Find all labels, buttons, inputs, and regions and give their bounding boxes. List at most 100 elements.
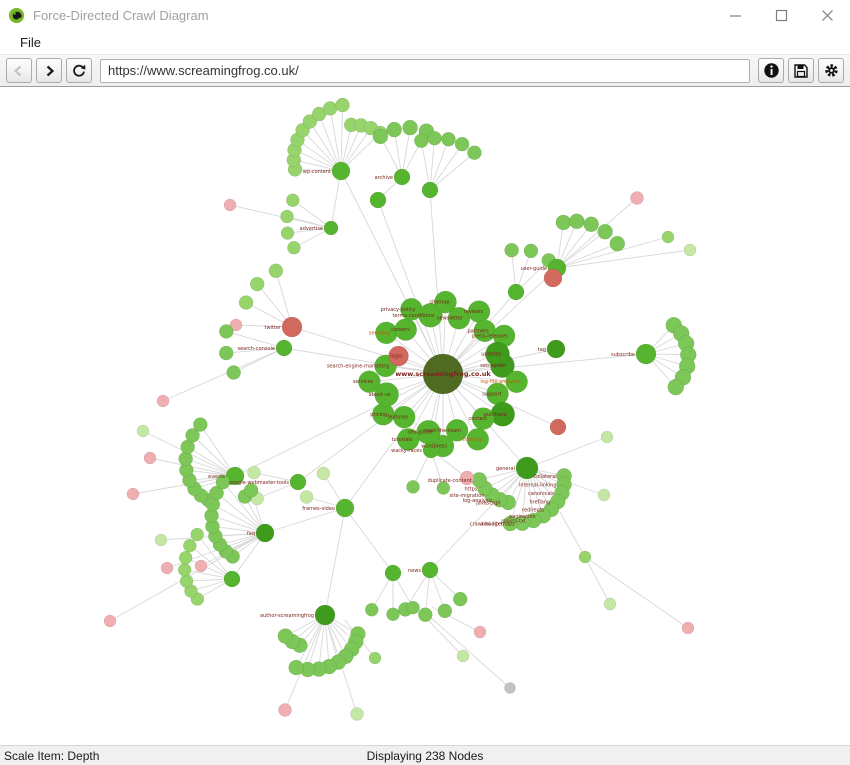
maximize-button[interactable]	[758, 0, 804, 30]
graph-node[interactable]	[180, 575, 193, 588]
graph-node[interactable]	[336, 98, 350, 112]
graph-node[interactable]	[178, 563, 191, 576]
graph-node[interactable]	[370, 192, 386, 208]
graph-node[interactable]	[474, 626, 486, 638]
graph-node[interactable]	[276, 340, 292, 356]
graph-node[interactable]	[441, 132, 455, 146]
graph-node[interactable]	[287, 241, 300, 254]
graph-node[interactable]	[403, 120, 418, 135]
settings-button[interactable]	[818, 58, 844, 83]
graph-node[interactable]	[407, 601, 420, 614]
graph-node[interactable]	[281, 227, 294, 240]
refresh-button[interactable]	[66, 58, 92, 83]
graph-node[interactable]	[407, 480, 420, 493]
graph-node[interactable]	[394, 169, 410, 185]
graph-node[interactable]	[191, 528, 204, 541]
graph-node[interactable]	[524, 244, 538, 258]
info-button[interactable]	[758, 58, 784, 83]
graph-node[interactable]	[601, 431, 613, 443]
graph-node[interactable]	[556, 215, 571, 230]
graph-node[interactable]	[369, 652, 381, 664]
graph-node[interactable]	[289, 660, 304, 675]
graph-node[interactable]	[286, 194, 299, 207]
graph-node[interactable]	[195, 560, 207, 572]
graph-node[interactable]	[414, 134, 428, 148]
graph-node[interactable]	[387, 608, 400, 621]
graph-node[interactable]	[428, 131, 442, 145]
graph-node[interactable]	[422, 182, 438, 198]
graph-node[interactable]	[315, 605, 335, 625]
graph-node[interactable]	[387, 122, 402, 137]
graph-node[interactable]	[183, 539, 196, 552]
forward-button[interactable]	[36, 58, 62, 83]
graph-node[interactable]	[598, 224, 613, 239]
minimize-button[interactable]	[712, 0, 758, 30]
graph-node[interactable]	[332, 162, 350, 180]
graph-node[interactable]	[422, 562, 438, 578]
menu-file[interactable]: File	[14, 33, 47, 52]
close-button[interactable]	[804, 0, 850, 30]
graph-node[interactable]	[104, 615, 116, 627]
graph-node[interactable]	[157, 395, 169, 407]
graph-node[interactable]	[508, 284, 524, 300]
graph-node[interactable]	[455, 137, 469, 151]
graph-node[interactable]	[278, 629, 293, 644]
graph-node[interactable]	[682, 622, 694, 634]
graph-node[interactable]	[227, 366, 241, 380]
graph-node[interactable]	[467, 146, 481, 160]
graph-node[interactable]	[668, 379, 684, 395]
save-button[interactable]	[788, 58, 814, 83]
graph-node[interactable]	[505, 243, 519, 257]
graph-node[interactable]	[161, 562, 173, 574]
graph-node[interactable]	[290, 474, 306, 490]
crawl-diagram-canvas[interactable]: seo-spiderlog-file-analysersupportpurcha…	[0, 87, 850, 745]
graph-node[interactable]	[662, 231, 674, 243]
graph-node[interactable]	[418, 608, 432, 622]
graph-node[interactable]	[584, 217, 599, 232]
graph-node[interactable]	[282, 317, 302, 337]
graph-node[interactable]	[579, 551, 591, 563]
graph-node[interactable]	[323, 101, 337, 115]
graph-node[interactable]	[179, 551, 192, 564]
graph-node[interactable]	[569, 214, 584, 229]
back-button[interactable]	[6, 58, 32, 83]
graph-node[interactable]	[636, 344, 656, 364]
graph-node[interactable]	[256, 524, 274, 542]
graph-node[interactable]	[250, 277, 264, 291]
graph-node[interactable]	[144, 452, 156, 464]
graph-node[interactable]	[269, 264, 283, 278]
graph-node[interactable]	[598, 489, 610, 501]
graph-node[interactable]	[224, 199, 236, 211]
crawl-diagram-svg[interactable]: seo-spiderlog-file-analysersupportpurcha…	[0, 87, 850, 745]
graph-node[interactable]	[224, 571, 240, 587]
graph-node[interactable]	[457, 650, 469, 662]
graph-node[interactable]	[365, 603, 378, 616]
graph-node[interactable]	[547, 340, 565, 358]
graph-node[interactable]	[155, 534, 167, 546]
graph-node[interactable]	[550, 419, 566, 435]
url-input[interactable]	[100, 59, 750, 83]
graph-node[interactable]	[351, 708, 364, 721]
graph-node[interactable]	[219, 324, 233, 338]
graph-node[interactable]	[219, 346, 233, 360]
graph-node[interactable]	[127, 488, 139, 500]
graph-node[interactable]	[193, 418, 207, 432]
graph-node[interactable]	[373, 129, 388, 144]
graph-node[interactable]	[684, 244, 696, 256]
graph-node[interactable]	[453, 592, 467, 606]
graph-node[interactable]	[604, 598, 616, 610]
graph-node[interactable]	[137, 425, 149, 437]
graph-node[interactable]	[505, 683, 516, 694]
graph-node[interactable]	[300, 490, 313, 503]
graph-node[interactable]	[385, 565, 401, 581]
graph-node[interactable]	[336, 499, 354, 517]
graph-node[interactable]	[610, 236, 625, 251]
graph-node[interactable]	[279, 704, 292, 717]
graph-node[interactable]	[280, 210, 293, 223]
graph-node[interactable]	[247, 466, 260, 479]
graph-node[interactable]	[317, 467, 330, 480]
graph-node[interactable]	[631, 192, 644, 205]
graph-node[interactable]	[324, 221, 338, 235]
graph-node[interactable]	[239, 296, 253, 310]
graph-node[interactable]	[438, 604, 452, 618]
